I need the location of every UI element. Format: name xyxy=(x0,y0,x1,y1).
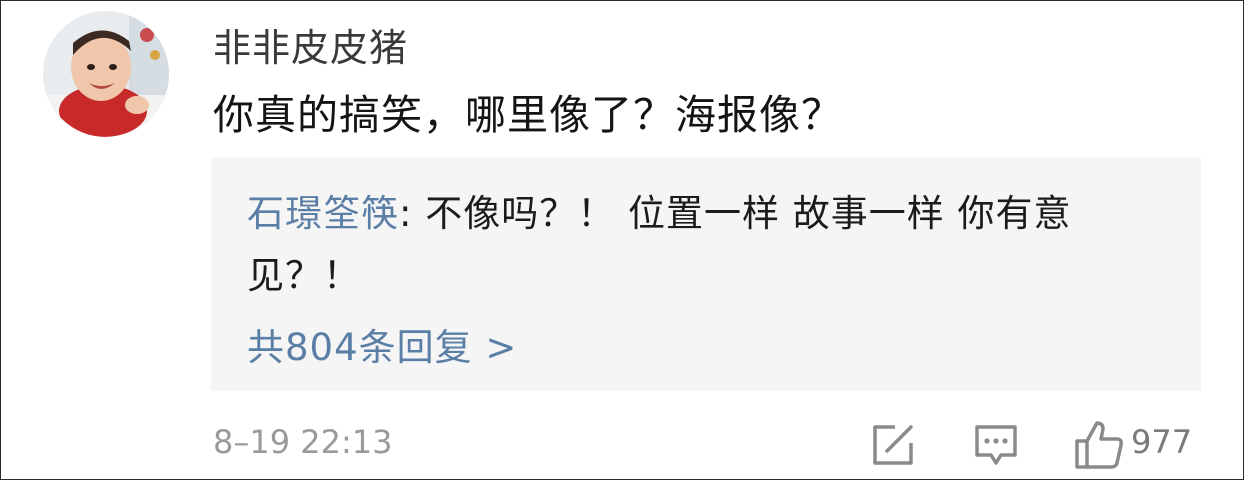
username[interactable]: 非非皮皮猪 xyxy=(213,17,408,72)
thumbs-up-icon xyxy=(1075,421,1123,469)
reply-button[interactable] xyxy=(971,421,1021,469)
reply-separator: : xyxy=(399,192,426,235)
reply-author[interactable]: 石璟筌筷 xyxy=(247,192,399,235)
avatar[interactable] xyxy=(43,11,169,137)
reply-content: 石璟筌筷: 不像吗？！ 位置一样 故事一样 你有意见？！ xyxy=(247,183,1147,307)
comment-card: 非非皮皮猪 你真的搞笑，哪里像了？海报像？ 石璟筌筷: 不像吗？！ 位置一样 故… xyxy=(0,0,1244,480)
comment-text: 你真的搞笑，哪里像了？海报像？ xyxy=(213,91,843,139)
share-button[interactable] xyxy=(869,421,917,469)
reply-preview[interactable]: 石璟筌筷: 不像吗？！ 位置一样 故事一样 你有意见？！ 共804条回复 > xyxy=(211,157,1201,391)
comment-bubble-icon xyxy=(975,425,1017,465)
like-button[interactable]: 977 xyxy=(1073,419,1203,471)
edit-share-icon xyxy=(873,425,913,465)
like-count: 977 xyxy=(1131,423,1193,461)
timestamp: 8–19 22:13 xyxy=(213,423,393,461)
view-all-replies-link[interactable]: 共804条回复 > xyxy=(247,317,517,371)
